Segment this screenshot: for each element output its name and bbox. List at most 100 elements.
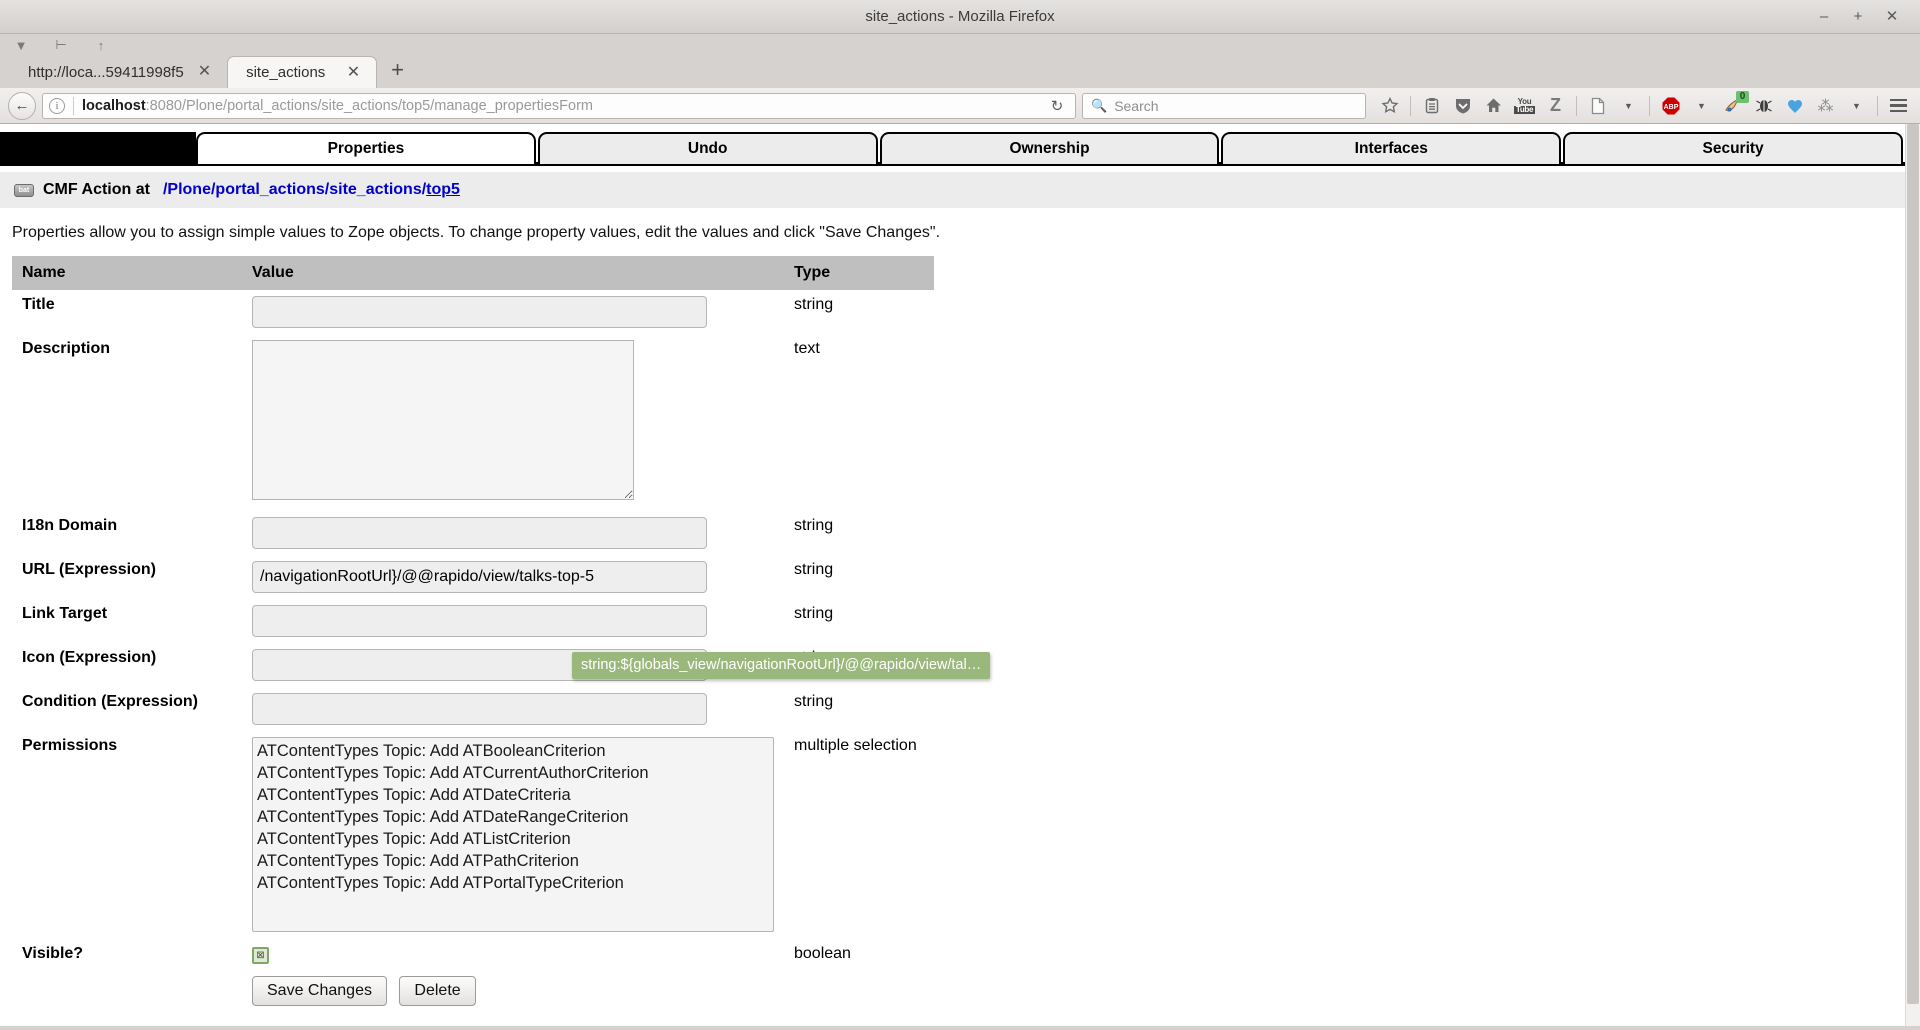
noscript-icon[interactable]: 0	[1719, 91, 1749, 119]
chevron-down-icon[interactable]: ▼	[1615, 92, 1642, 119]
property-value-cell	[242, 334, 784, 511]
table-row: Permissions ATContentTypes Topic: Add AT…	[12, 731, 934, 939]
property-value-cell: ATContentTypes Topic: Add ATBooleanCrite…	[242, 731, 784, 939]
property-type-description: text	[794, 340, 820, 357]
chevron-down-icon[interactable]: ▼	[12, 36, 30, 54]
back-button[interactable]: ←	[8, 91, 36, 120]
firebug-icon[interactable]	[1750, 92, 1777, 119]
title-input[interactable]	[252, 296, 707, 328]
tab-ownership[interactable]: Ownership	[879, 132, 1220, 164]
tab-properties[interactable]: Properties	[196, 132, 536, 164]
url-bar[interactable]: i localhost:8080/Plone/portal_actions/si…	[42, 92, 1076, 119]
maximize-button[interactable]: +	[1850, 8, 1866, 25]
browser-window: site_actions - Mozilla Firefox – + ✕ ▼ ⊢…	[0, 0, 1920, 1030]
property-name-description: Description	[22, 340, 111, 357]
table-row: Condition (Expression) string	[12, 687, 934, 731]
url-expression-input[interactable]	[252, 561, 707, 593]
chevron-down-icon[interactable]: ▼	[1843, 92, 1870, 119]
permission-option[interactable]: ATContentTypes Topic: Add ATCurrentAutho…	[253, 762, 773, 784]
tab-interfaces[interactable]: Interfaces	[1221, 132, 1562, 164]
breadcrumb-link-top5[interactable]: top5	[426, 181, 460, 198]
tab-strip-tools: ▼ ⊢ ↑	[0, 34, 1920, 56]
description-textarea[interactable]	[252, 340, 634, 500]
hamburger-lines	[1890, 98, 1907, 113]
tab-ownership-label: Ownership	[1009, 140, 1090, 157]
new-tab-button[interactable]: +	[377, 59, 418, 85]
save-changes-button[interactable]: Save Changes	[252, 976, 387, 1006]
youtube-icon[interactable]: You Tube	[1511, 92, 1538, 119]
breadcrumb-link-plone[interactable]: Plone	[167, 181, 211, 198]
zmi-tab-bar: Properties Undo Ownership Interfaces Sec…	[0, 124, 1905, 164]
property-type-url-expression: string	[794, 561, 834, 578]
reload-icon[interactable]: ↻	[1045, 94, 1069, 118]
permissions-select[interactable]: ATContentTypes Topic: Add ATBooleanCrite…	[252, 737, 774, 932]
browser-tab-1[interactable]: http://loca...59411998f5 ✕	[10, 56, 227, 88]
adblock-plus-icon[interactable]: ABP	[1657, 92, 1684, 119]
permission-option[interactable]: ATContentTypes Topic: Add ATBooleanCrite…	[253, 740, 773, 762]
menu-hamburger-icon[interactable]	[1885, 92, 1912, 119]
scrollbar-thumb[interactable]	[1907, 124, 1919, 1004]
table-row: Icon (Expression) string	[12, 643, 934, 687]
breadcrumb: bat CMF Action at /Plone/portal_actions/…	[0, 172, 1905, 208]
site-info-icon[interactable]: i	[49, 97, 65, 114]
permission-option[interactable]: ATContentTypes Topic: Add ATListCriterio…	[253, 828, 773, 850]
browser-tab-1-label: http://loca...59411998f5	[28, 63, 184, 81]
table-row: Description text	[12, 334, 934, 511]
url-input[interactable]: localhost:8080/Plone/portal_actions/site…	[82, 98, 1037, 114]
chevron-down-icon[interactable]: ▼	[1688, 92, 1715, 119]
table-row: Link Target string	[12, 599, 934, 643]
bookmark-star-icon[interactable]	[1376, 92, 1403, 119]
property-type-i18n-domain: string	[794, 517, 834, 534]
property-name-icon-expression: Icon (Expression)	[22, 649, 157, 666]
title-bar: site_actions - Mozilla Firefox – + ✕	[0, 0, 1920, 34]
home-icon[interactable]	[1480, 92, 1507, 119]
breadcrumb-link-site-actions[interactable]: site_actions	[329, 181, 421, 198]
toolbar-divider	[1877, 95, 1878, 116]
icon-expression-input[interactable]	[252, 649, 707, 681]
close-icon[interactable]: ✕	[194, 64, 215, 80]
window-bottom-edge	[0, 1026, 1920, 1030]
search-bar[interactable]: 🔍 Search	[1082, 92, 1366, 119]
permission-option[interactable]: ATContentTypes Topic: Add ATDateRangeCri…	[253, 806, 773, 828]
list-all-tabs-icon[interactable]: ⊢	[52, 36, 70, 54]
browser-tabs: http://loca...59411998f5 ✕ site_actions …	[0, 56, 1920, 88]
downloads-icon[interactable]	[1449, 92, 1476, 119]
violentmonkey-icon[interactable]	[1781, 92, 1808, 119]
close-icon[interactable]: ✕	[343, 64, 364, 81]
cmf-action-icon: bat	[14, 183, 34, 197]
zmi-tab-spacer	[0, 132, 196, 164]
permission-option[interactable]: ATContentTypes Topic: Add ATDateCriteria	[253, 784, 773, 806]
noscript-badge: 0	[1736, 91, 1749, 103]
property-type-title: string	[794, 296, 834, 313]
property-value-cell	[242, 511, 784, 555]
greasemonkey-icon[interactable]: ⁂	[1812, 92, 1839, 119]
breadcrumb-path: /Plone/portal_actions/site_actions/top5	[163, 181, 460, 199]
link-target-input[interactable]	[252, 605, 707, 637]
table-header-row: Name Value Type	[12, 256, 934, 290]
search-input[interactable]: Search	[1114, 98, 1158, 114]
breadcrumb-link-portal-actions[interactable]: portal_actions	[215, 181, 324, 198]
tab-interfaces-label: Interfaces	[1354, 140, 1428, 157]
visible-checkbox[interactable]: ⊠	[252, 947, 269, 964]
page-scrollbar[interactable]	[1905, 124, 1920, 1030]
minimize-button[interactable]: –	[1816, 8, 1832, 25]
browser-tab-2[interactable]: site_actions ✕	[227, 56, 378, 88]
tab-security[interactable]: Security	[1563, 132, 1903, 164]
scroll-up-icon[interactable]: ↑	[92, 36, 110, 54]
window-controls: – + ✕	[1816, 8, 1920, 25]
search-icon: 🔍	[1091, 97, 1108, 113]
close-button[interactable]: ✕	[1884, 8, 1900, 25]
properties-table-head: Name Value Type	[12, 256, 934, 290]
permission-option[interactable]: ATContentTypes Topic: Add ATPortalTypeCr…	[253, 872, 773, 894]
property-value-cell	[242, 687, 784, 731]
zotero-icon[interactable]: Z	[1542, 92, 1569, 119]
condition-expression-input[interactable]	[252, 693, 707, 725]
page-save-icon[interactable]	[1584, 92, 1611, 119]
permission-option[interactable]: ATContentTypes Topic: Add ATPathCriterio…	[253, 850, 773, 872]
column-header-name: Name	[12, 256, 242, 290]
tab-undo[interactable]: Undo	[537, 132, 878, 164]
delete-button[interactable]: Delete	[399, 976, 476, 1006]
svg-text:ABP: ABP	[1663, 104, 1678, 111]
i18n-domain-input[interactable]	[252, 517, 707, 549]
reading-list-icon[interactable]	[1418, 92, 1445, 119]
